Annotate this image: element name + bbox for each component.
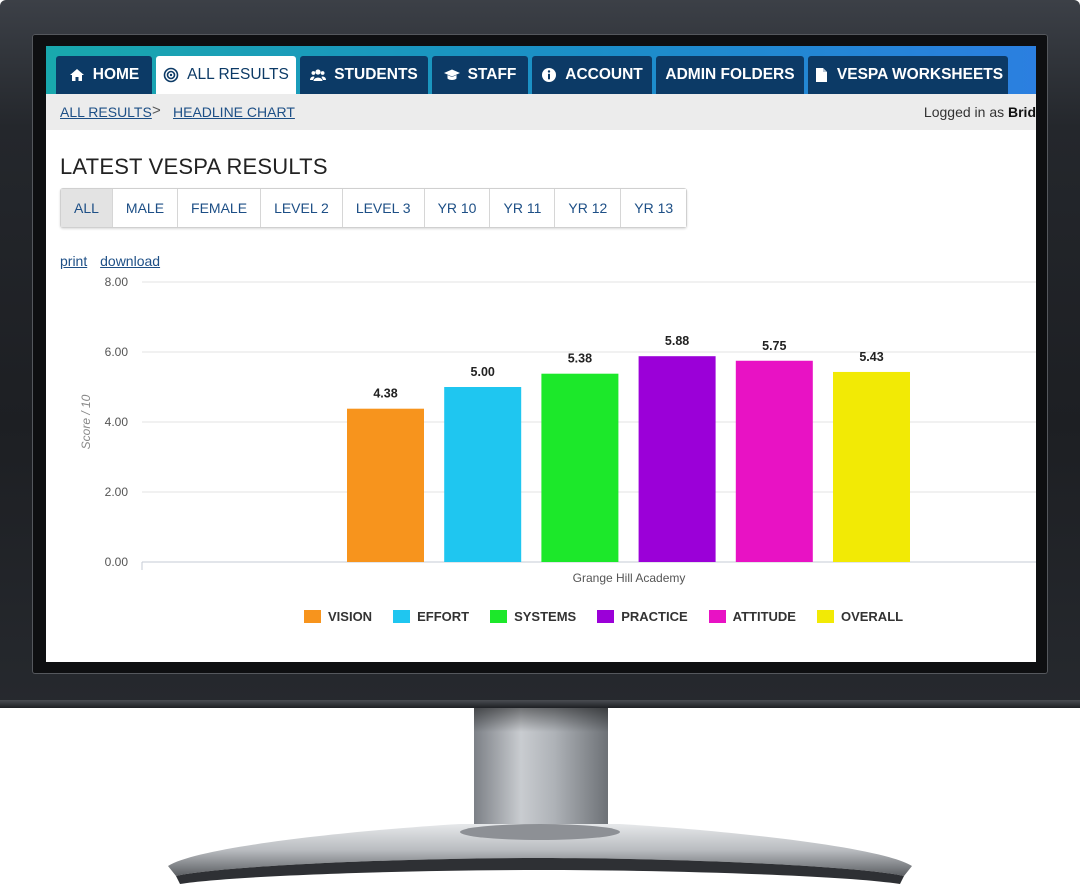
tab-home[interactable]: HOME bbox=[56, 56, 152, 94]
tab-account[interactable]: ACCOUNT bbox=[532, 56, 652, 94]
monitor-bottom-edge bbox=[0, 700, 1080, 708]
chart-legend: VISION EFFORT SYSTEMS PRACTICE ATTITUDE OVERA… bbox=[304, 606, 924, 626]
breadcrumb-all-results[interactable]: ALL RESULTS bbox=[60, 104, 152, 120]
filter-yr-10[interactable]: YR 10 bbox=[424, 189, 491, 227]
y-axis-label: Score / 10 bbox=[79, 394, 93, 449]
legend-label: OVERALL bbox=[840, 608, 904, 624]
download-link[interactable]: download bbox=[100, 253, 160, 269]
target-icon bbox=[163, 67, 179, 83]
y-tick-label: 6.00 bbox=[105, 345, 129, 359]
legend-swatch bbox=[393, 609, 411, 623]
tab-label: STUDENTS bbox=[334, 66, 418, 83]
chart-actions: print download bbox=[60, 253, 169, 269]
bar-effort bbox=[444, 387, 522, 562]
logged-in-user: Brid bbox=[1008, 104, 1036, 120]
legend-item-practice[interactable]: PRACTICE bbox=[597, 606, 688, 626]
tab-all-results[interactable]: ALL RESULTS bbox=[156, 56, 296, 94]
monitor-stand-base bbox=[168, 824, 912, 884]
filter-yr-12[interactable]: YR 12 bbox=[555, 189, 622, 227]
y-tick-label: 4.00 bbox=[105, 415, 129, 429]
logged-in-status: Logged in as Brid bbox=[924, 104, 1036, 120]
legend-item-overall[interactable]: OVERALL bbox=[816, 606, 904, 626]
bar-value-label: 4.38 bbox=[373, 387, 397, 401]
logged-in-prefix: Logged in as bbox=[923, 104, 1005, 120]
bar-attitude bbox=[735, 360, 813, 562]
legend-swatch bbox=[708, 609, 726, 623]
tab-label: ADMIN FOLDERS bbox=[665, 66, 795, 83]
legend-swatch bbox=[597, 609, 615, 623]
legend-item-effort[interactable]: EFFORT bbox=[393, 606, 469, 626]
y-tick-label: 0.00 bbox=[105, 555, 129, 569]
users-icon bbox=[310, 69, 327, 81]
legend-swatch bbox=[304, 609, 321, 623]
home-icon bbox=[69, 69, 84, 81]
screen: HOME ALL RESULTS STUDENTS STAFF ACCOUNT … bbox=[46, 46, 1036, 662]
filter-yr-13[interactable]: YR 13 bbox=[621, 189, 687, 227]
breadcrumb-separator: > bbox=[152, 102, 161, 119]
legend-label: VISION bbox=[328, 608, 373, 624]
legend-swatch bbox=[490, 609, 508, 623]
page-title: LATEST VESPA RESULTS bbox=[60, 154, 328, 179]
legend-swatch bbox=[816, 609, 834, 623]
tab-label: ACCOUNT bbox=[565, 66, 643, 83]
bar-overall bbox=[833, 371, 910, 562]
filter-button-group: ALL MALE FEMALE LEVEL 2 LEVEL 3 YR 10 YR… bbox=[60, 188, 688, 228]
file-icon bbox=[815, 68, 827, 82]
bar-value-label: 5.75 bbox=[762, 339, 786, 353]
monitor-neck-shadow bbox=[474, 708, 608, 732]
tab-label: ALL RESULTS bbox=[187, 66, 289, 83]
graduation-cap-icon bbox=[443, 69, 460, 80]
y-tick-label: 8.00 bbox=[105, 275, 129, 289]
breadcrumb-headline-chart[interactable]: HEADLINE CHART bbox=[173, 104, 295, 120]
bar-chart: 0.00 2.00 4.00 6.00 8.00 Score / 10 4.38 5.00 5.… bbox=[79, 275, 1036, 585]
filter-female[interactable]: FEMALE bbox=[178, 189, 262, 227]
filter-yr-11[interactable]: YR 11 bbox=[490, 189, 556, 227]
print-link[interactable]: print bbox=[60, 253, 87, 269]
legend-item-vision[interactable]: VISION bbox=[304, 606, 372, 626]
tab-label: STAFF bbox=[467, 66, 517, 83]
tab-staff[interactable]: STAFF bbox=[432, 56, 528, 94]
filter-level-2[interactable]: LEVEL 2 bbox=[261, 189, 343, 227]
breadcrumb: ALL RESULTS > HEADLINE CHART Logged in a… bbox=[46, 94, 1036, 130]
tab-label: VESPA WORKSHEETS bbox=[836, 66, 1004, 83]
filter-level-3[interactable]: LEVEL 3 bbox=[342, 189, 425, 227]
y-tick-label: 2.00 bbox=[105, 485, 129, 499]
x-category-label: Grange Hill Academy bbox=[573, 571, 686, 585]
info-circle-icon bbox=[542, 68, 557, 82]
legend-label: PRACTICE bbox=[621, 608, 688, 624]
top-navbar: HOME ALL RESULTS STUDENTS STAFF ACCOUNT … bbox=[46, 46, 1036, 94]
legend-item-attitude[interactable]: ATTITUDE bbox=[708, 606, 796, 626]
filter-male[interactable]: MALE bbox=[112, 189, 179, 227]
bar-value-label: 5.00 bbox=[471, 365, 495, 379]
bar-systems bbox=[541, 373, 619, 562]
legend-label: ATTITUDE bbox=[732, 608, 796, 624]
tab-label: HOME bbox=[92, 66, 140, 83]
legend-label: EFFORT bbox=[417, 608, 470, 624]
bar-value-label: 5.38 bbox=[568, 352, 592, 366]
legend-label: SYSTEMS bbox=[514, 608, 577, 624]
tab-students[interactable]: STUDENTS bbox=[300, 56, 428, 94]
bar-value-label: 5.43 bbox=[859, 350, 883, 364]
tab-vespa-worksheets[interactable]: VESPA WORKSHEETS bbox=[808, 56, 1008, 94]
filter-all[interactable]: ALL bbox=[61, 189, 113, 227]
bar-practice bbox=[638, 356, 716, 562]
tab-admin-folders[interactable]: ADMIN FOLDERS bbox=[656, 56, 804, 94]
bar-vision bbox=[347, 408, 424, 562]
bar-value-label: 5.88 bbox=[665, 334, 689, 348]
legend-item-systems[interactable]: SYSTEMS bbox=[490, 606, 576, 626]
